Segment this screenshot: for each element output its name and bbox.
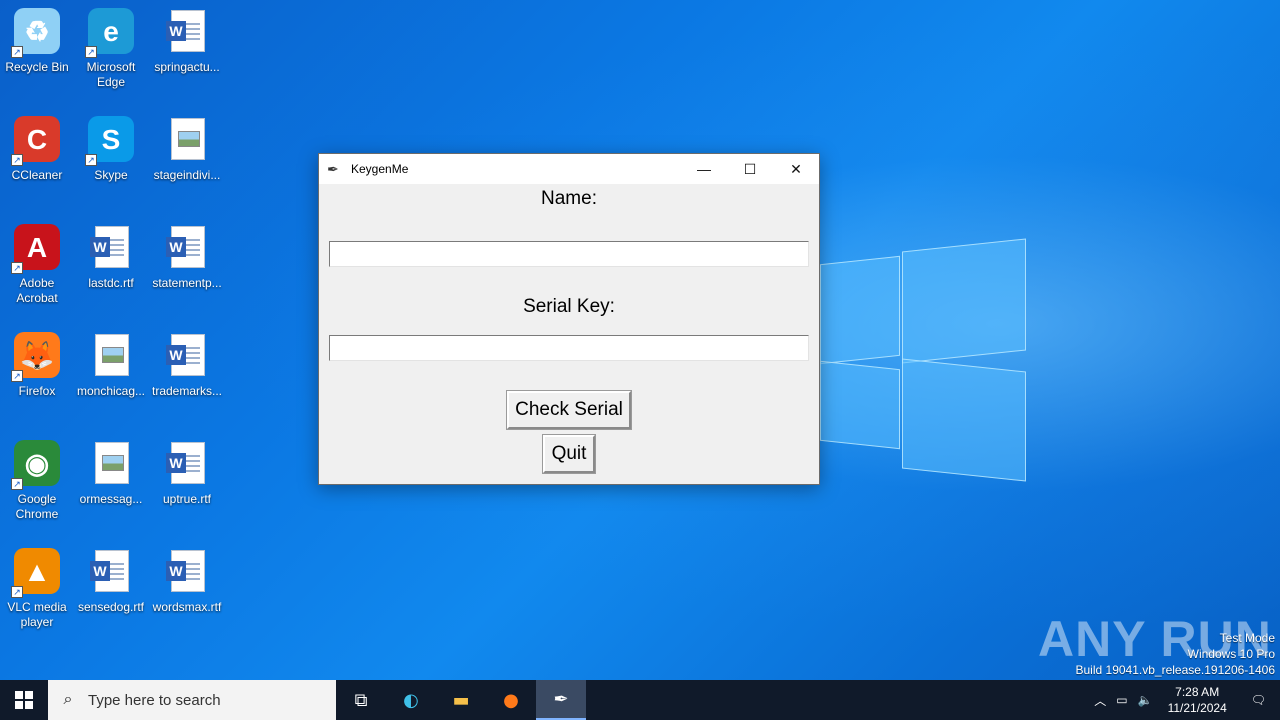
name-label: Name: bbox=[541, 188, 597, 209]
desktop-icon-label: uptrue.rtf bbox=[162, 492, 212, 506]
clock[interactable]: 7:28 AM 11/21/2024 bbox=[1158, 684, 1237, 716]
word-document-icon: W bbox=[163, 332, 211, 380]
window-titlebar[interactable]: ✒ KeygenMe — ☐ ✕ bbox=[319, 154, 819, 184]
desktop-icon-recycle-bin[interactable]: ♻ ↗ Recycle Bin bbox=[0, 8, 75, 75]
desktop-icon-label: monchicag... bbox=[76, 384, 146, 398]
network-icon[interactable]: ▭ bbox=[1111, 693, 1132, 707]
search-placeholder: Type here to search bbox=[88, 691, 221, 709]
desktop-icon-label: sensedog.rtf bbox=[77, 600, 145, 614]
image-file-icon bbox=[87, 440, 135, 488]
desktop-icon-label: Skype bbox=[94, 168, 128, 182]
desktop-icon-adobe-acrobat[interactable]: A ↗ Adobe Acrobat bbox=[0, 224, 75, 306]
desktop-icon-ccleaner[interactable]: C ↗ CCleaner bbox=[0, 116, 75, 183]
desktop-icon-label: trademarks... bbox=[151, 384, 223, 398]
word-document-icon: W bbox=[163, 440, 211, 488]
desktop-icon-label: Adobe Acrobat bbox=[16, 276, 58, 305]
desktop-icon-vlc-media-player[interactable]: ▲ ↗ VLC media player bbox=[0, 548, 75, 630]
firefox-icon: ● bbox=[503, 689, 519, 711]
windows-start-icon bbox=[15, 691, 33, 709]
image-file-icon bbox=[87, 332, 135, 380]
keygenme-window: ✒ KeygenMe — ☐ ✕ Name: Serial Key: Check… bbox=[318, 153, 820, 485]
close-button[interactable]: ✕ bbox=[773, 154, 819, 184]
desktop-icon-google-chrome[interactable]: ◉ ↗ Google Chrome bbox=[0, 440, 75, 522]
desktop-icon-uptrue-rtf[interactable]: Wuptrue.rtf bbox=[149, 440, 225, 507]
desktop-icon-label: wordsmax.rtf bbox=[152, 600, 222, 614]
clock-time: 7:28 AM bbox=[1175, 685, 1220, 699]
taskbar-file-explorer[interactable]: ▬ bbox=[436, 680, 486, 720]
start-button[interactable] bbox=[0, 680, 48, 720]
window-title: KeygenMe bbox=[351, 162, 409, 176]
word-document-icon: W bbox=[163, 8, 211, 56]
desktop-icon-label: lastdc.rtf bbox=[88, 276, 134, 290]
taskbar-keygenme[interactable]: ✒ bbox=[536, 680, 586, 720]
word-document-icon: W bbox=[87, 224, 135, 272]
desktop-icon-trademarks[interactable]: Wtrademarks... bbox=[149, 332, 225, 399]
desktop-icon-lastdc-rtf[interactable]: Wlastdc.rtf bbox=[73, 224, 149, 291]
chevron-up-icon[interactable]: ︿ bbox=[1089, 692, 1111, 709]
windows-logo-wallpaper bbox=[800, 230, 1040, 490]
desktop-icon-ormessag[interactable]: ormessag... bbox=[73, 440, 149, 507]
task-view-icon: ⧉ bbox=[354, 689, 368, 711]
desktop-icon-firefox[interactable]: 🦊 ↗ Firefox bbox=[0, 332, 75, 399]
desktop-icon-sensedog-rtf[interactable]: Wsensedog.rtf bbox=[73, 548, 149, 615]
desktop-icon-skype[interactable]: S ↗ Skype bbox=[73, 116, 149, 183]
check-serial-button[interactable]: Check Serial bbox=[506, 390, 632, 430]
system-info: Test Mode Windows 10 Pro Build 19041.vb_… bbox=[1076, 630, 1276, 678]
build-text: Build 19041.vb_release.191206-1406 bbox=[1075, 663, 1276, 677]
word-document-icon: W bbox=[163, 548, 211, 596]
word-document-icon: W bbox=[163, 224, 211, 272]
desktop-icon-label: stageindivi... bbox=[153, 168, 221, 182]
desktop-icon-label: Firefox bbox=[18, 384, 56, 398]
feather-icon: ✒ bbox=[553, 688, 569, 710]
adobe-acrobat-icon: A ↗ bbox=[11, 224, 61, 274]
taskbar-edge[interactable]: ◐ bbox=[386, 680, 436, 720]
quit-button[interactable]: Quit bbox=[542, 434, 596, 474]
notification-icon[interactable]: 🗨 bbox=[1237, 693, 1280, 707]
desktop-icon-label: Recycle Bin bbox=[5, 60, 69, 74]
microsoft-edge-icon: e ↗ bbox=[85, 8, 135, 58]
system-tray: ︿ ▭ 🔈 7:28 AM 11/21/2024 🗨 bbox=[1089, 680, 1280, 720]
desktop-icon-label: VLC media player bbox=[7, 600, 67, 629]
clock-date: 11/21/2024 bbox=[1167, 701, 1227, 715]
test-mode-text: Test Mode bbox=[1219, 631, 1275, 645]
firefox-icon: 🦊 ↗ bbox=[11, 332, 61, 382]
folder-icon: ▬ bbox=[452, 689, 470, 711]
desktop-icon-label: springactu... bbox=[154, 60, 220, 74]
taskbar-firefox[interactable]: ● bbox=[486, 680, 536, 720]
minimize-button[interactable]: — bbox=[681, 154, 727, 184]
word-document-icon: W bbox=[87, 548, 135, 596]
desktop-icon-stageindivi[interactable]: stageindivi... bbox=[149, 116, 225, 183]
windows-edition-text: Windows 10 Pro bbox=[1187, 647, 1275, 661]
desktop-icon-label: ormessag... bbox=[79, 492, 143, 506]
desktop-icon-statementp[interactable]: Wstatementp... bbox=[149, 224, 225, 291]
image-file-icon bbox=[163, 116, 211, 164]
edge-icon: ◐ bbox=[403, 689, 419, 711]
desktop-icon-monchicag[interactable]: monchicag... bbox=[73, 332, 149, 399]
name-input[interactable] bbox=[329, 241, 809, 267]
ccleaner-icon: C ↗ bbox=[11, 116, 61, 166]
taskbar-search-box[interactable]: ⌕ Type here to search bbox=[48, 680, 336, 720]
serial-key-input[interactable] bbox=[329, 335, 809, 361]
skype-icon: S ↗ bbox=[85, 116, 135, 166]
recycle-bin-icon: ♻ ↗ bbox=[11, 8, 61, 58]
feather-icon: ✒ bbox=[327, 160, 339, 177]
desktop-icon-label: Google Chrome bbox=[15, 492, 59, 521]
desktop-icon-microsoft-edge[interactable]: e ↗ Microsoft Edge bbox=[73, 8, 149, 90]
desktop-icon-label: Microsoft Edge bbox=[86, 60, 136, 89]
vlc-media-player-icon: ▲ ↗ bbox=[11, 548, 61, 598]
search-icon: ⌕ bbox=[63, 691, 73, 708]
desktop-icon-springactu[interactable]: Wspringactu... bbox=[149, 8, 225, 75]
task-view-button[interactable]: ⧉ bbox=[336, 680, 386, 720]
speaker-icon[interactable]: 🔈 bbox=[1133, 693, 1158, 707]
google-chrome-icon: ◉ ↗ bbox=[11, 440, 61, 490]
taskbar: ⌕ Type here to search ⧉ ◐ ▬ ● ✒ ︿ ▭ 🔈 7:… bbox=[0, 680, 1280, 720]
desktop-icon-label: CCleaner bbox=[11, 168, 63, 182]
desktop-icon-label: statementp... bbox=[152, 276, 222, 290]
desktop-icon-wordsmax-rtf[interactable]: Wwordsmax.rtf bbox=[149, 548, 225, 615]
maximize-button[interactable]: ☐ bbox=[727, 154, 773, 184]
serial-key-label: Serial Key: bbox=[523, 296, 615, 317]
keygen-form: Name: Serial Key: Check Serial Quit bbox=[319, 184, 819, 484]
